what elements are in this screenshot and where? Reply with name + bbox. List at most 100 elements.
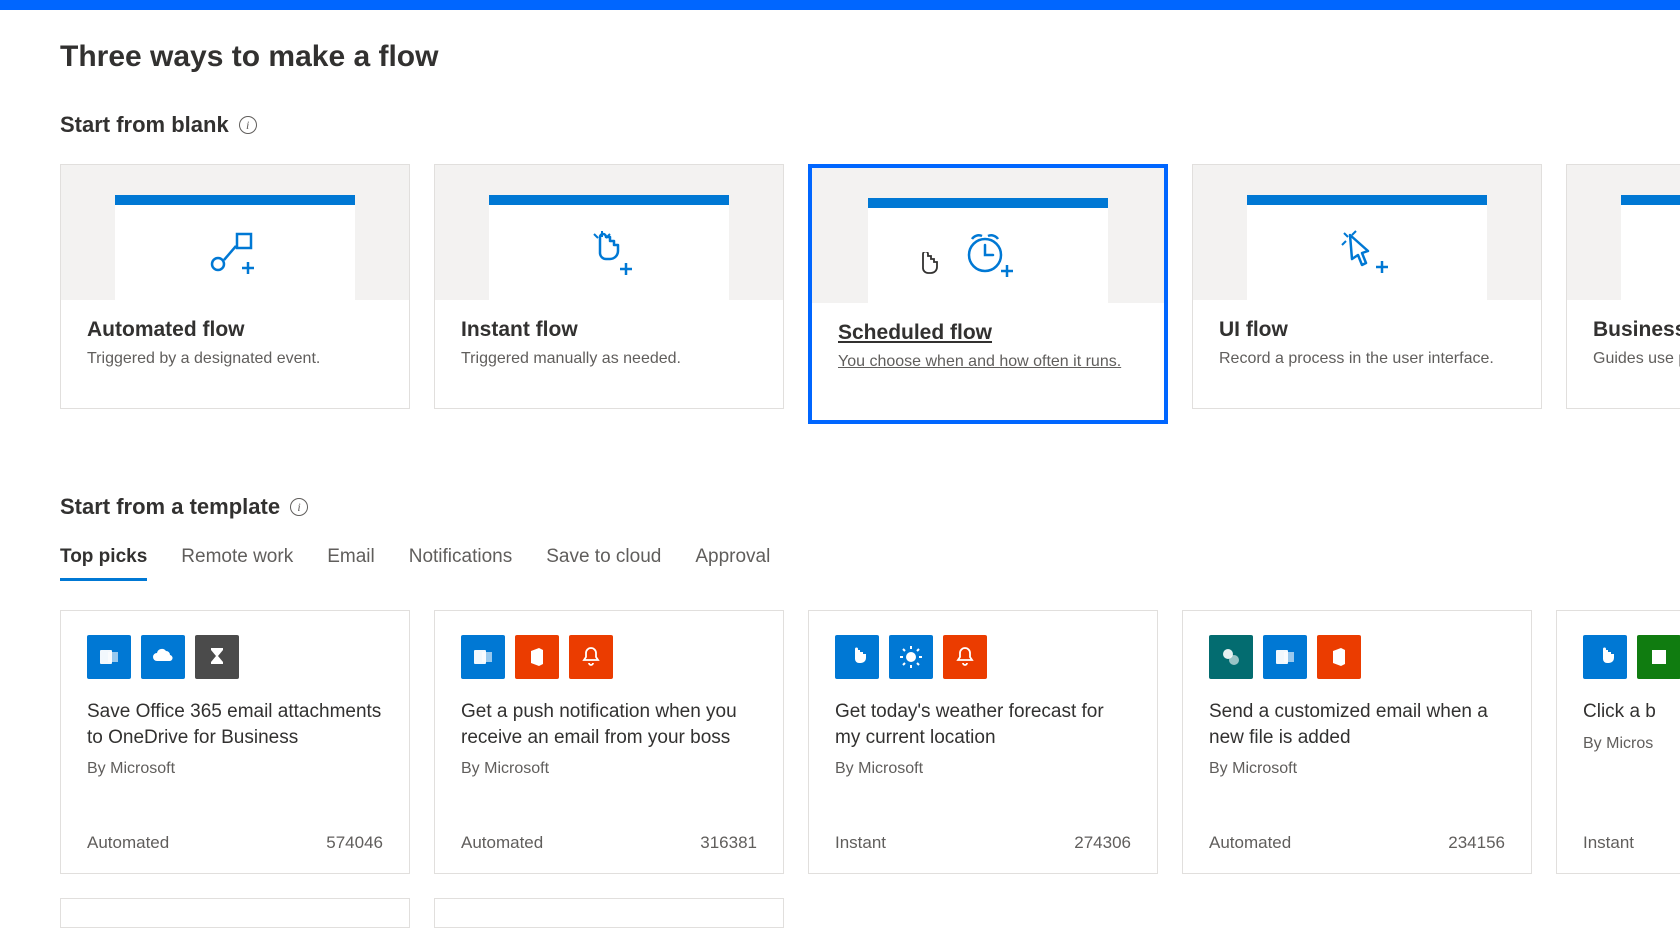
blank-section-title: Start from blank	[60, 112, 229, 138]
instant-icon	[582, 229, 636, 277]
info-icon[interactable]: i	[290, 498, 308, 516]
template-card-author: By Microsoft	[1209, 760, 1505, 778]
template-cards-row: Save Office 365 email attachments to One…	[60, 610, 1680, 874]
weather-icon	[889, 635, 933, 679]
flow-card-illus-inner	[1621, 195, 1680, 300]
tab-save-to-cloud[interactable]: Save to cloud	[546, 546, 661, 581]
template-card-footer: Automated 574046	[87, 833, 383, 853]
info-icon[interactable]: i	[239, 116, 257, 134]
template-card-type: Automated	[87, 833, 169, 853]
template-card-type: Automated	[461, 833, 543, 853]
template-card-count: 234156	[1448, 833, 1505, 853]
template-card-placeholder[interactable]	[434, 898, 784, 928]
outlook-icon	[87, 635, 131, 679]
template-section-header: Start from a template i	[60, 494, 1680, 520]
tab-remote-work[interactable]: Remote work	[181, 546, 293, 581]
template-card-author: By Microsoft	[835, 760, 1131, 778]
template-card-title: Save Office 365 email attachments to One…	[87, 699, 383, 750]
flow-card-title: Scheduled flow	[838, 321, 1138, 345]
onedrive-icon	[141, 635, 185, 679]
template-card-title: Send a customized email when a new file …	[1209, 699, 1505, 750]
flow-card-illus-inner	[489, 195, 729, 300]
flow-card-body: Automated flow Triggered by a designated…	[61, 300, 409, 408]
top-app-bar	[0, 0, 1680, 10]
template-card-placeholder[interactable]	[60, 898, 410, 928]
bell-icon	[569, 635, 613, 679]
flow-card-business[interactable]: Business Guides use process.	[1566, 164, 1680, 409]
office-icon	[1317, 635, 1361, 679]
blank-section-header: Start from blank i	[60, 112, 1680, 138]
template-card-icons	[1209, 635, 1505, 679]
sharepoint-icon	[1209, 635, 1253, 679]
page-content: Three ways to make a flow Start from bla…	[0, 10, 1680, 928]
flow-card-body: UI flow Record a process in the user int…	[1193, 300, 1541, 408]
hourglass-icon	[195, 635, 239, 679]
flow-card-illustration	[435, 165, 783, 300]
tap-icon	[1583, 635, 1627, 679]
cursor-icon	[914, 252, 940, 282]
template-card-footer: Instant	[1583, 833, 1680, 853]
flow-card-illustration	[812, 168, 1164, 303]
tab-approval[interactable]: Approval	[695, 546, 770, 581]
flow-card-uiflow[interactable]: UI flow Record a process in the user int…	[1192, 164, 1542, 409]
template-card-icons	[461, 635, 757, 679]
template-card-author: By Micros	[1583, 735, 1680, 753]
flow-card-automated[interactable]: Automated flow Triggered by a designated…	[60, 164, 410, 409]
outlook-icon	[1263, 635, 1307, 679]
template-card[interactable]: Get a push notification when you receive…	[434, 610, 784, 874]
template-card[interactable]: Save Office 365 email attachments to One…	[60, 610, 410, 874]
flow-card-desc: You choose when and how often it runs.	[838, 353, 1138, 371]
flow-card-body: Scheduled flow You choose when and how o…	[812, 303, 1164, 420]
template-cards-row-2	[60, 898, 1680, 928]
template-card-count: 316381	[700, 833, 757, 853]
template-card-author: By Microsoft	[461, 760, 757, 778]
flow-card-illustration	[1193, 165, 1541, 300]
template-card-title: Click a b	[1583, 699, 1680, 725]
template-card[interactable]: Send a customized email when a new file …	[1182, 610, 1532, 874]
template-card-count: 574046	[326, 833, 383, 853]
template-card-author: By Microsoft	[87, 760, 383, 778]
flow-card-desc: Guides use process.	[1593, 350, 1680, 368]
tap-icon	[835, 635, 879, 679]
flow-card-desc: Triggered manually as needed.	[461, 350, 757, 368]
template-card-footer: Automated 316381	[461, 833, 757, 853]
template-tabs: Top picks Remote work Email Notifications Sa…	[60, 546, 1680, 582]
tab-email[interactable]: Email	[327, 546, 375, 581]
template-card-type: Automated	[1209, 833, 1291, 853]
template-card-title: Get a push notification when you receive…	[461, 699, 757, 750]
flow-card-body: Instant flow Triggered manually as neede…	[435, 300, 783, 408]
flow-card-title: Instant flow	[461, 318, 757, 342]
bell-icon	[943, 635, 987, 679]
template-card-footer: Automated 234156	[1209, 833, 1505, 853]
flow-card-desc: Record a process in the user interface.	[1219, 350, 1515, 368]
template-section-title: Start from a template	[60, 494, 280, 520]
flow-card-desc: Triggered by a designated event.	[87, 350, 383, 368]
page-title: Three ways to make a flow	[60, 40, 1680, 74]
office-icon	[515, 635, 559, 679]
template-card[interactable]: Get today's weather forecast for my curr…	[808, 610, 1158, 874]
flow-card-title: UI flow	[1219, 318, 1515, 342]
template-card[interactable]: Click a b By Micros Instant	[1556, 610, 1680, 874]
flow-card-scheduled[interactable]: Scheduled flow You choose when and how o…	[808, 164, 1168, 424]
flow-card-title: Business	[1593, 318, 1680, 342]
blank-cards-row: Automated flow Triggered by a designated…	[60, 164, 1680, 424]
outlook-icon	[461, 635, 505, 679]
flow-card-illustration	[61, 165, 409, 300]
template-card-icons	[835, 635, 1131, 679]
scheduled-icon	[959, 231, 1017, 281]
flow-card-illustration	[1567, 165, 1680, 300]
template-card-type: Instant	[1583, 833, 1634, 853]
template-card-title: Get today's weather forecast for my curr…	[835, 699, 1131, 750]
flow-card-body: Business Guides use process.	[1567, 300, 1680, 408]
tab-top-picks[interactable]: Top picks	[60, 546, 147, 581]
flow-card-instant[interactable]: Instant flow Triggered manually as neede…	[434, 164, 784, 409]
template-card-icons	[1583, 635, 1680, 679]
flow-card-illus-inner	[868, 198, 1108, 303]
automated-icon	[210, 230, 260, 276]
template-card-count: 274306	[1074, 833, 1131, 853]
flow-card-illus-inner	[115, 195, 355, 300]
flow-card-illus-inner	[1247, 195, 1487, 300]
flow-card-title: Automated flow	[87, 318, 383, 342]
square-icon	[1637, 635, 1680, 679]
tab-notifications[interactable]: Notifications	[409, 546, 513, 581]
